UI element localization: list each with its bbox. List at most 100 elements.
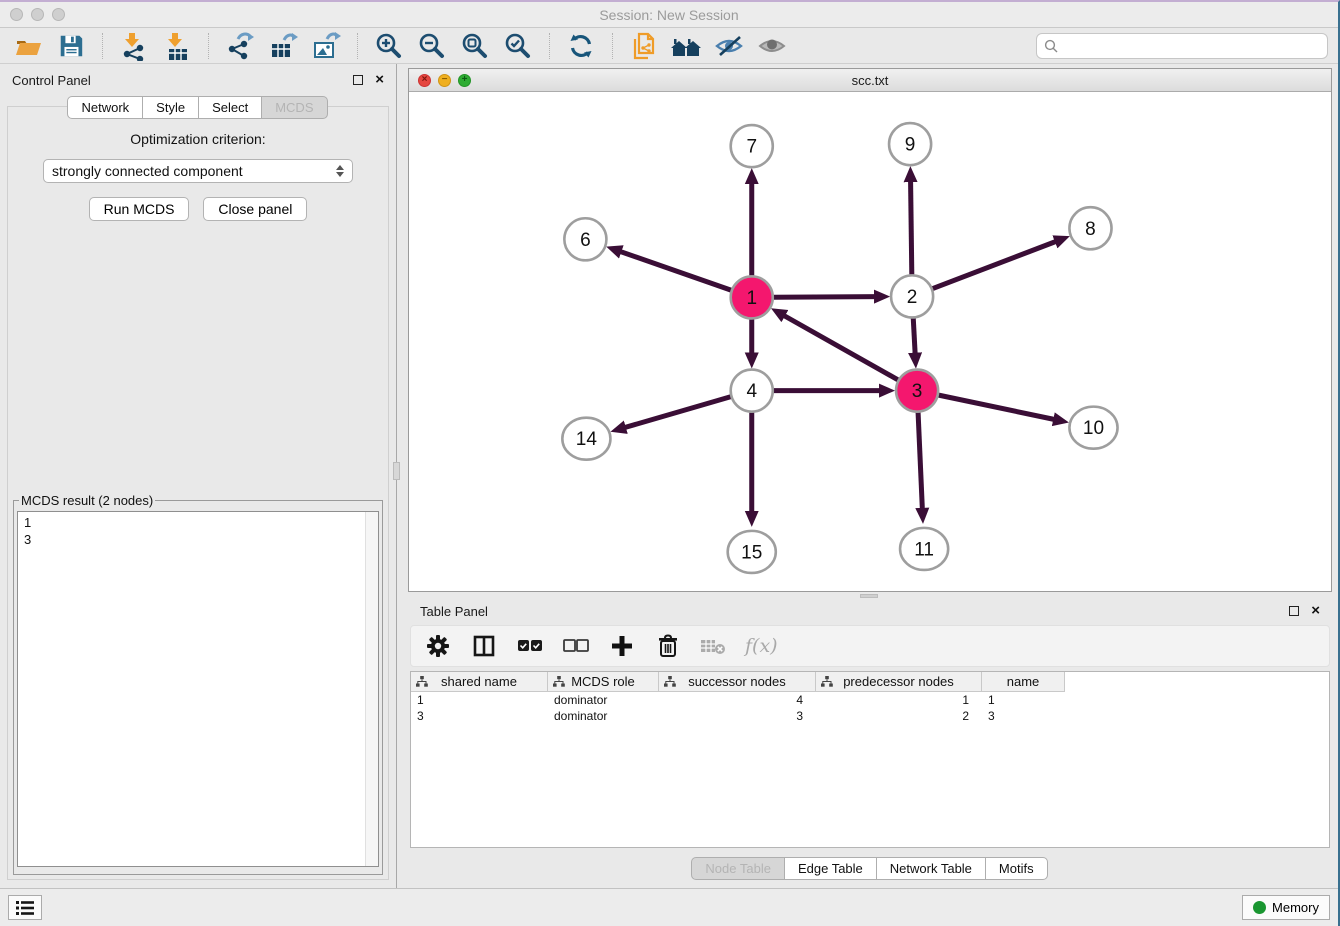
graph-edge-4-14[interactable]	[624, 397, 731, 428]
tab-style[interactable]: Style	[142, 96, 199, 119]
run-mcds-button[interactable]: Run MCDS	[89, 197, 190, 221]
graph-node-14[interactable]: 14	[562, 418, 610, 460]
tab-network-table[interactable]: Network Table	[876, 857, 986, 880]
float-panel-icon[interactable]	[353, 75, 363, 85]
memory-button[interactable]: Memory	[1242, 895, 1330, 920]
optimization-value: strongly connected component	[52, 163, 336, 179]
table-row[interactable]: 3 dominator 3 2 3	[411, 708, 1329, 724]
toolbar-separator	[208, 33, 209, 59]
graph-edge-2-8[interactable]	[933, 241, 1057, 288]
column-header-shared-name[interactable]: shared name	[411, 672, 548, 692]
task-history-button[interactable]	[8, 895, 42, 920]
close-panel-button[interactable]: Close panel	[203, 197, 307, 221]
optimization-select[interactable]: strongly connected component	[43, 159, 353, 183]
zoom-fit-button[interactable]	[457, 30, 493, 62]
shared-column-icon	[553, 676, 565, 687]
zoom-selected-button[interactable]	[500, 30, 536, 62]
graph-node-1[interactable]: 1	[731, 276, 773, 318]
graph-edge-3-11[interactable]	[918, 413, 922, 510]
import-network-button[interactable]	[116, 30, 152, 62]
network-window-title: scc.txt	[409, 73, 1331, 88]
tab-motifs[interactable]: Motifs	[985, 857, 1048, 880]
open-session-button[interactable]	[10, 30, 46, 62]
graph-node-6[interactable]: 6	[564, 218, 606, 260]
table-row[interactable]: 1 dominator 4 1 1	[411, 692, 1329, 708]
first-neighbors-button[interactable]	[669, 30, 705, 62]
svg-text:11: 11	[914, 539, 934, 560]
column-header-predecessor-nodes[interactable]: predecessor nodes	[816, 672, 982, 692]
close-panel-icon[interactable]: ×	[375, 75, 384, 85]
splitter-grip[interactable]	[393, 462, 400, 480]
import-table-button[interactable]	[159, 30, 195, 62]
splitter-grip[interactable]	[860, 594, 878, 598]
network-canvas[interactable]: 1 2 3 4 6 7 8 9 10 11 14 15	[409, 92, 1331, 591]
graph-edge-2-3[interactable]	[913, 318, 915, 354]
tab-mcds[interactable]: MCDS	[261, 96, 327, 119]
graph-node-8[interactable]: 8	[1069, 207, 1111, 249]
graph-node-11[interactable]: 11	[900, 528, 948, 570]
graph-node-9[interactable]: 9	[889, 123, 931, 165]
save-session-button[interactable]	[53, 30, 89, 62]
graph-edge-2-9[interactable]	[911, 180, 912, 274]
refresh-button[interactable]	[563, 30, 599, 62]
node-table[interactable]: shared name MCDS role	[410, 671, 1330, 848]
graph-node-10[interactable]: 10	[1069, 407, 1117, 449]
vertical-splitter[interactable]	[396, 64, 403, 888]
graph-edge-1-2[interactable]	[774, 297, 876, 298]
close-network-button[interactable]: ×	[418, 74, 431, 87]
memory-status-icon	[1253, 901, 1266, 914]
result-scrollbar[interactable]	[365, 512, 378, 866]
import-table-icon	[162, 31, 192, 61]
graph-node-2[interactable]: 2	[891, 275, 933, 317]
minimize-network-button[interactable]: −	[438, 74, 451, 87]
select-all-columns-button[interactable]	[515, 631, 545, 661]
delete-columns-button[interactable]	[653, 631, 683, 661]
graph-node-4[interactable]: 4	[731, 370, 773, 412]
network-window: × − + scc.txt 1 2 3 4 6 7 8 9 10 11 14 15	[408, 68, 1332, 592]
table-settings-button[interactable]	[423, 631, 453, 661]
toolbar-separator	[357, 33, 358, 59]
tab-edge-table[interactable]: Edge Table	[784, 857, 877, 880]
table-header-row: shared name MCDS role	[411, 672, 1329, 692]
export-network-button[interactable]	[222, 30, 258, 62]
cell-shared-name: 3	[411, 709, 548, 723]
export-image-button[interactable]	[308, 30, 344, 62]
tab-network[interactable]: Network	[67, 96, 143, 119]
deselect-all-columns-button[interactable]	[561, 631, 591, 661]
horizontal-splitter[interactable]	[408, 592, 1332, 599]
checkboxes-checked-icon	[517, 638, 543, 654]
network-graph[interactable]: 1 2 3 4 6 7 8 9 10 11 14 15	[409, 92, 1331, 591]
gear-icon	[426, 634, 450, 658]
tab-select[interactable]: Select	[198, 96, 262, 119]
float-panel-icon[interactable]	[1289, 606, 1299, 616]
graph-edge-1-6[interactable]	[619, 251, 730, 290]
graph-node-7[interactable]: 7	[731, 125, 773, 167]
graph-edge-3-1[interactable]	[783, 315, 898, 380]
zoom-in-button[interactable]	[371, 30, 407, 62]
hide-selected-button[interactable]	[712, 30, 748, 62]
graph-node-3[interactable]: 3	[896, 370, 938, 412]
mcds-result-list[interactable]: 1 3	[17, 511, 379, 867]
zoom-out-button[interactable]	[414, 30, 450, 62]
delete-table-button[interactable]	[699, 631, 729, 661]
network-overview-button[interactable]	[626, 30, 662, 62]
column-header-successor-nodes[interactable]: successor nodes	[659, 672, 816, 692]
graph-edge-3-10[interactable]	[939, 395, 1056, 419]
svg-text:6: 6	[580, 230, 591, 251]
column-header-mcds-role[interactable]: MCDS role	[548, 672, 659, 692]
tab-node-table[interactable]: Node Table	[691, 857, 785, 880]
close-panel-icon[interactable]: ×	[1311, 606, 1320, 616]
graph-node-15[interactable]: 15	[728, 531, 776, 573]
show-columns-button[interactable]	[469, 631, 499, 661]
export-table-button[interactable]	[265, 30, 301, 62]
cell-mcds-role: dominator	[548, 693, 659, 707]
create-column-button[interactable]	[607, 631, 637, 661]
function-builder-button[interactable]: f(x)	[745, 635, 778, 657]
search-field[interactable]	[1036, 33, 1328, 59]
show-all-button[interactable]	[755, 30, 791, 62]
column-header-name[interactable]: name	[982, 672, 1065, 692]
maximize-network-button[interactable]: +	[458, 74, 471, 87]
houses-icon	[670, 31, 704, 61]
svg-text:7: 7	[746, 137, 757, 158]
search-input[interactable]	[1063, 38, 1320, 53]
